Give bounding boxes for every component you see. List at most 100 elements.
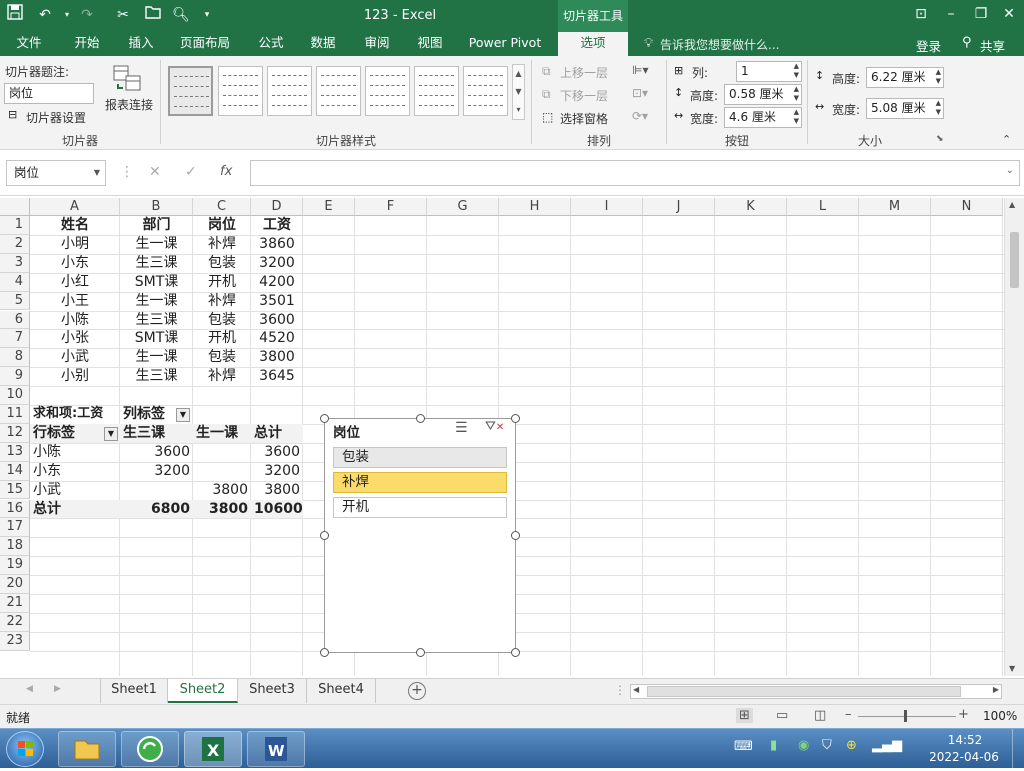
tab-view[interactable]: 视图 [405, 32, 455, 56]
column-header[interactable]: F [355, 198, 427, 216]
table-cell[interactable]: 开机 [193, 273, 251, 292]
table-cell[interactable]: 补焊 [193, 367, 251, 386]
pivot-value-cell[interactable] [120, 481, 193, 500]
pivot-value-cell[interactable]: 3800 [193, 481, 251, 500]
scroll-up-icon[interactable]: ▲ [1009, 200, 1015, 209]
tab-formulas[interactable]: 公式 [246, 32, 296, 56]
row-header[interactable]: 8 [0, 348, 30, 368]
pivot-total-cell[interactable]: 6800 [120, 499, 193, 519]
spinner-icon[interactable]: ▲ ▼ [936, 68, 941, 86]
row-header[interactable]: 17 [0, 518, 30, 538]
table-cell[interactable]: 4200 [251, 273, 303, 292]
pivot-column-header[interactable]: 生一课 [193, 423, 251, 443]
vertical-scrollbar[interactable]: ▲ ▼ [1004, 198, 1024, 676]
page-break-view-icon[interactable]: ◫ [814, 708, 826, 723]
spinner-icon[interactable]: ▲ ▼ [794, 62, 799, 80]
tell-me-search[interactable]: 告诉我您想要做什么... [660, 36, 779, 53]
pivot-value-cell[interactable]: 3200 [251, 462, 303, 481]
row-header[interactable]: 7 [0, 329, 30, 349]
enter-check-icon[interactable]: ✓ [185, 164, 197, 180]
row-header[interactable]: 18 [0, 537, 30, 557]
row-header[interactable]: 20 [0, 575, 30, 594]
table-cell[interactable]: 生三课 [120, 367, 193, 386]
tab-insert[interactable]: 插入 [116, 32, 166, 56]
save-icon[interactable] [4, 4, 26, 26]
column-header[interactable]: I [571, 198, 643, 216]
table-cell[interactable]: 生一课 [120, 235, 193, 254]
redo-icon[interactable]: ↷ [76, 4, 98, 26]
resize-handle[interactable] [416, 648, 425, 657]
select-all-corner[interactable] [0, 198, 30, 216]
word-taskbar-icon[interactable]: W [247, 731, 305, 767]
table-cell[interactable]: 小明 [30, 235, 120, 254]
table-cell[interactable]: SMT课 [120, 273, 193, 292]
sheet-tab-sheet3[interactable]: Sheet3 [238, 679, 307, 703]
pivot-column-header[interactable]: 生三课 [120, 423, 193, 443]
name-box[interactable]: 岗位 ▼ [6, 160, 106, 186]
zoom-slider-thumb[interactable] [904, 710, 907, 722]
zoom-in-icon[interactable]: + [958, 707, 969, 722]
column-header[interactable]: A [30, 198, 120, 216]
sign-in-link[interactable]: 登录 [916, 36, 941, 55]
column-header[interactable]: K [715, 198, 787, 216]
group-icon[interactable]: ⊡▾ [632, 86, 648, 100]
table-header-cell[interactable]: 岗位 [193, 216, 251, 235]
resize-handle[interactable] [511, 531, 520, 540]
pivot-value-cell[interactable]: 3200 [120, 462, 193, 481]
horizontal-scrollbar[interactable]: ◀ ▶ [630, 684, 1002, 699]
restore-button[interactable]: ❐ [966, 0, 996, 30]
sheet-tab-sheet4[interactable]: Sheet4 [307, 679, 376, 703]
normal-view-icon[interactable]: ⊞ [736, 708, 753, 723]
slicer-settings-button[interactable]: 切片器设置 [26, 109, 86, 126]
row-header[interactable]: 15 [0, 480, 30, 500]
h-scroll-thumb[interactable] [647, 686, 961, 697]
column-header[interactable]: N [931, 198, 1003, 216]
shield-tray-icon[interactable]: ⛉ [822, 738, 832, 753]
zoom-out-icon[interactable]: – [845, 707, 852, 722]
row-header[interactable]: 5 [0, 291, 30, 311]
row-header[interactable]: 16 [0, 499, 30, 519]
multi-select-icon[interactable]: ☰ [455, 420, 468, 436]
bring-forward-button[interactable]: 上移一层 [560, 64, 608, 81]
table-cell[interactable]: 补焊 [193, 235, 251, 254]
resize-handle[interactable] [511, 414, 520, 423]
pivot-total-cell[interactable]: 总计 [30, 499, 120, 519]
page-layout-view-icon[interactable]: ▭ [776, 708, 788, 723]
sheet-tab-sheet1[interactable]: Sheet1 [100, 679, 168, 703]
share-button[interactable]: 共享 [980, 36, 1005, 55]
row-header[interactable]: 23 [0, 631, 30, 651]
resize-handle[interactable] [320, 414, 329, 423]
file-explorer-taskbar-icon[interactable] [58, 731, 116, 767]
table-cell[interactable]: 生三课 [120, 311, 193, 330]
expand-formula-icon[interactable]: ⌄ [1006, 165, 1014, 176]
print-preview-icon[interactable]: 🔍︎ [170, 4, 192, 26]
row-header[interactable]: 12 [0, 423, 30, 443]
send-backward-button[interactable]: 下移一层 [560, 87, 608, 104]
row-header[interactable]: 6 [0, 310, 30, 330]
row-header[interactable]: 22 [0, 612, 30, 632]
table-cell[interactable]: 3600 [251, 311, 303, 330]
excel-taskbar-icon[interactable]: X [184, 731, 242, 767]
pivot-sum-label[interactable]: 求和项:工资 [30, 405, 120, 424]
button-width-input[interactable]: 4.6 厘米 ▲ ▼ [724, 107, 802, 128]
column-header[interactable]: C [193, 198, 251, 216]
table-header-cell[interactable]: 工资 [251, 216, 303, 235]
size-dialog-launcher-icon[interactable]: ⬊ [936, 134, 944, 144]
slicer-style-option[interactable] [267, 66, 312, 116]
slicer-item-packing[interactable]: 包装 [333, 447, 507, 468]
resize-handle[interactable] [416, 414, 425, 423]
table-cell[interactable]: 小红 [30, 273, 120, 292]
slicer-style-option[interactable] [414, 66, 459, 116]
pivot-row-label-cell[interactable]: 小武 [30, 481, 120, 500]
resize-handle[interactable] [320, 648, 329, 657]
table-cell[interactable]: 3800 [251, 348, 303, 367]
row-header[interactable]: 3 [0, 253, 30, 273]
slicer-item-soldering[interactable]: 补焊 [333, 472, 507, 493]
slicer-height-input[interactable]: 6.22 厘米 ▲ ▼ [866, 67, 944, 88]
pivot-value-cell[interactable] [193, 443, 251, 462]
row-header[interactable]: 13 [0, 442, 30, 462]
splitter-icon[interactable]: ⋮ [614, 683, 626, 697]
slicer-style-option[interactable] [365, 66, 410, 116]
keyboard-tray-icon[interactable]: ⌨ [734, 739, 753, 754]
table-header-cell[interactable]: 姓名 [30, 216, 120, 235]
